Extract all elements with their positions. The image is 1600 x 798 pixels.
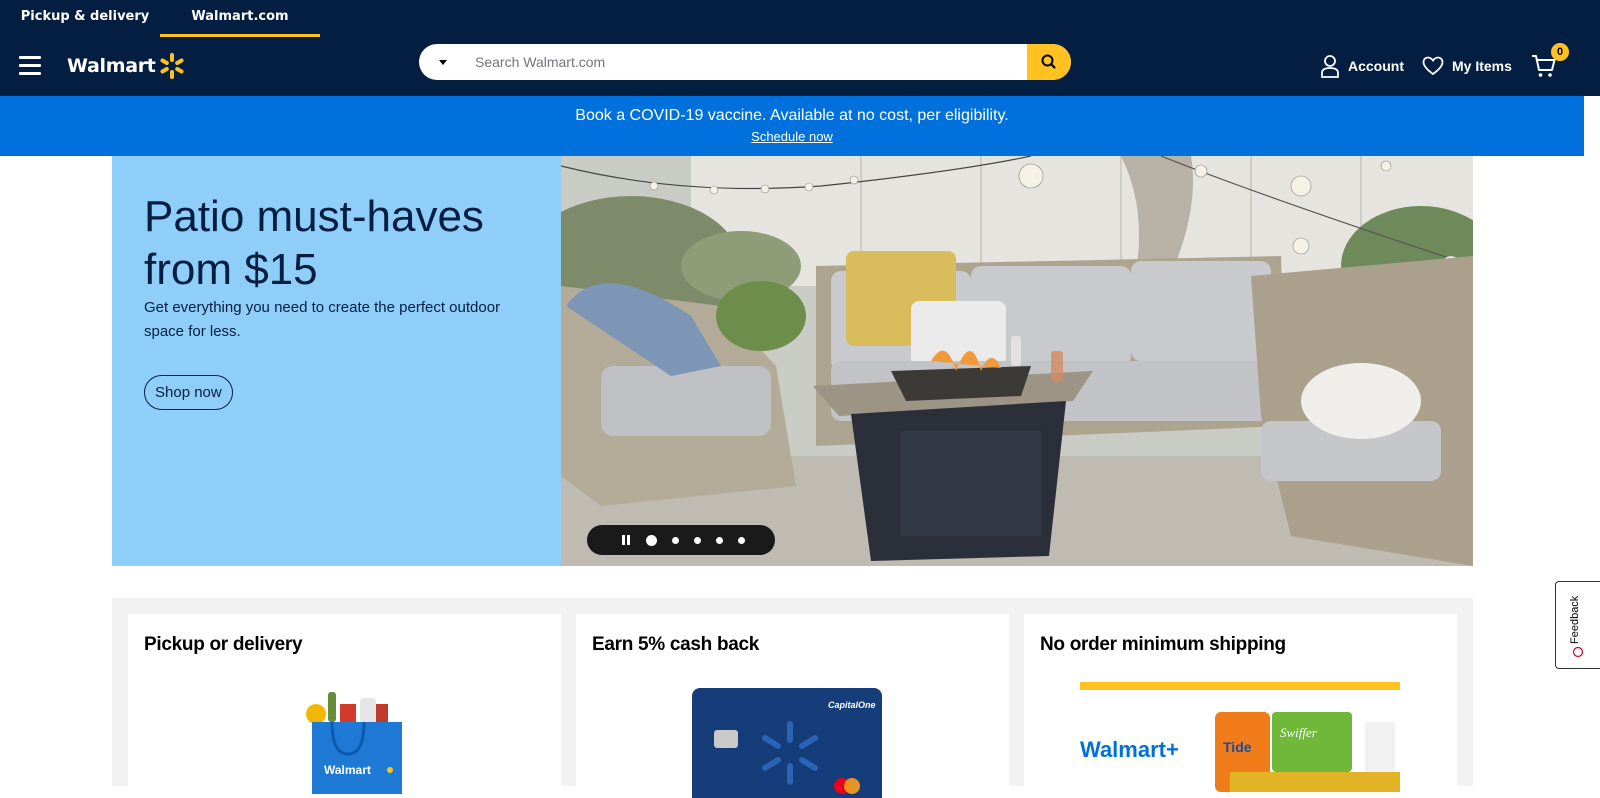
chat-bubble-icon <box>1572 646 1584 658</box>
search-input[interactable] <box>463 44 1023 80</box>
header: Walmart Account <box>0 37 1600 96</box>
feedback-label: Feedback <box>1569 595 1581 644</box>
my-items-link[interactable]: My Items <box>1422 51 1512 81</box>
menu-icon[interactable] <box>19 56 41 76</box>
card-title: Pickup or delivery <box>144 634 303 655</box>
pickup-delivery-card[interactable]: Pickup or delivery Walmart <box>128 614 561 794</box>
account-label: Account <box>1348 58 1404 74</box>
covid-message: Book a COVID-19 vaccine. Available at no… <box>575 107 1009 124</box>
carousel-dot-1[interactable] <box>646 534 657 546</box>
hero-patio-image[interactable] <box>561 156 1473 566</box>
department-dropdown[interactable] <box>419 44 463 80</box>
hero-subtitle: Get everything you need to create the pe… <box>144 299 501 340</box>
no-minimum-shipping-card[interactable]: No order minimum shipping Walmart+ Tide … <box>1024 614 1457 794</box>
covid-banner: Book a COVID-19 vaccine. Available at no… <box>0 96 1584 156</box>
card-title: No order minimum shipping <box>1040 634 1286 655</box>
spark-icon <box>159 53 185 79</box>
tab-pickup-delivery[interactable]: Pickup & delivery <box>10 0 160 37</box>
promo-cards-section: Pickup or delivery Walmart Earn 5% cash … <box>112 598 1473 798</box>
cash-back-card[interactable]: Earn 5% cash back CapitalOne <box>576 614 1009 798</box>
carousel-dot-2[interactable] <box>672 536 679 544</box>
card-title: Earn 5% cash back <box>592 634 760 655</box>
swiffer-label: Swiffer <box>1280 725 1318 740</box>
credit-card-image: CapitalOne <box>692 688 882 798</box>
walmart-plus-image: Walmart+ Tide Swiffer <box>1080 682 1400 792</box>
shop-now-button[interactable]: Shop now <box>144 375 233 410</box>
logo-text: Walmart <box>67 55 156 77</box>
cart-count-badge: 0 <box>1551 43 1569 61</box>
cart-button[interactable]: 0 <box>1531 43 1571 83</box>
person-icon <box>1321 55 1339 78</box>
hero-banner: Patio must-haves from $15 Get everything… <box>112 156 1473 566</box>
carousel-dot-4[interactable] <box>716 536 723 544</box>
grocery-bag-image: Walmart <box>306 692 402 794</box>
walmart-logo[interactable]: Walmart <box>67 52 185 80</box>
pause-icon[interactable] <box>619 533 633 547</box>
card-brand-text: CapitalOne <box>828 700 876 710</box>
carousel-controls <box>587 525 775 555</box>
hero-text-panel: Patio must-haves from $15 Get everything… <box>112 156 561 566</box>
hero-title: Patio must-haves from $15 <box>144 192 484 294</box>
carousel-dot-5[interactable] <box>738 536 745 544</box>
patio-illustration <box>561 156 1473 566</box>
bag-logo-text: Walmart <box>324 763 371 777</box>
my-items-label: My Items <box>1452 58 1512 74</box>
search-bar <box>419 44 1071 80</box>
heart-icon <box>1422 56 1444 76</box>
carousel-dot-3[interactable] <box>694 536 701 544</box>
schedule-now-link[interactable]: Schedule now <box>751 129 833 144</box>
tab-walmart-com[interactable]: Walmart.com <box>160 0 320 37</box>
tide-label: Tide <box>1223 739 1252 755</box>
feedback-tab[interactable]: Feedback <box>1555 581 1600 669</box>
search-icon <box>1041 54 1056 69</box>
walmart-plus-text: Walmart+ <box>1080 737 1179 762</box>
top-strip: Pickup & delivery Walmart.com <box>0 0 1600 37</box>
account-link[interactable]: Account <box>1320 51 1404 81</box>
caret-down-icon <box>439 60 447 65</box>
search-button[interactable] <box>1027 44 1071 80</box>
